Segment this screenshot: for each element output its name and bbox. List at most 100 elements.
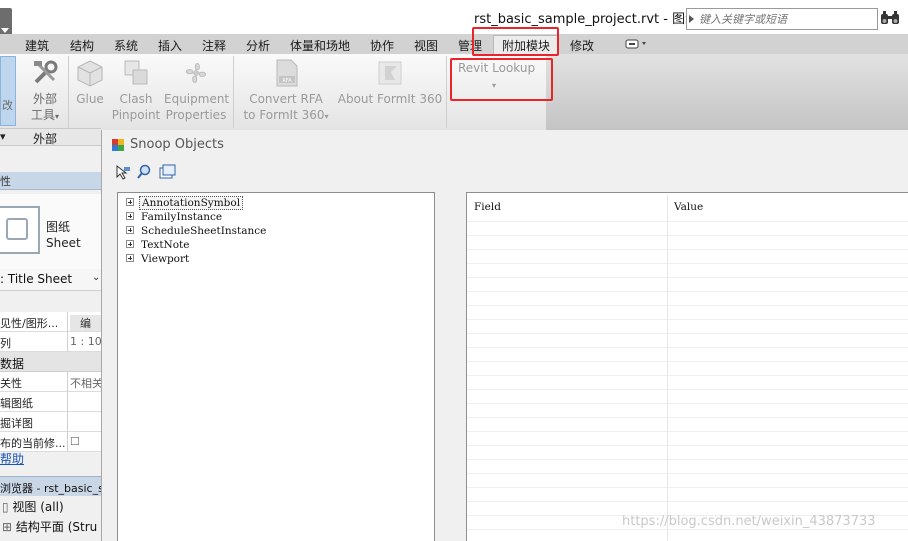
revit-lookup-button[interactable]: Revit Lookup ▾ — [452, 60, 542, 94]
type-preview: 图纸 Sheet — [0, 194, 101, 274]
grid-row-line — [467, 221, 908, 222]
expand-icon[interactable] — [126, 198, 134, 206]
tree-node[interactable]: ScheduleSheetInstance — [126, 225, 268, 239]
type-selector-value: : Title Sheet — [0, 272, 73, 286]
prop-row[interactable]: 布的当前修... ☐ — [0, 432, 101, 452]
chevron-down-icon: ▾ — [492, 81, 497, 90]
tab-annotate[interactable]: 注释 — [202, 37, 226, 54]
glue-button[interactable]: Glue — [72, 58, 108, 107]
browser-tree-item[interactable]: ▯ 视图 (all) — [2, 498, 64, 516]
tab-massing-site[interactable]: 体量和场地 — [290, 37, 350, 54]
panel-label-external: 外部 — [33, 132, 58, 146]
title-bar: rst_basic_sample_project.rvt - 图纸... — [0, 0, 908, 48]
grid-row-line — [467, 417, 908, 418]
watermark: https://blog.csdn.net/weixin_43873733 — [622, 514, 876, 529]
type-name-zh: 图纸 — [46, 220, 71, 234]
ribbon-empty-area — [546, 54, 908, 130]
prop-row[interactable]: 辑图纸 — [0, 392, 101, 412]
column-header-field[interactable]: Field — [474, 201, 501, 213]
modify-button-partial[interactable]: 改 — [0, 56, 16, 126]
binoculars-icon[interactable] — [880, 10, 900, 28]
prop-category[interactable]: 数据 — [0, 352, 101, 372]
about-formit-button[interactable]: About FormIt 360 — [336, 58, 444, 107]
tab-modify[interactable]: 修改 — [570, 37, 594, 54]
formit-icon — [378, 61, 402, 85]
properties-header: 性 — [0, 172, 101, 190]
search-box[interactable] — [686, 8, 878, 30]
tree-node[interactable]: TextNote — [126, 239, 192, 253]
tab-systems[interactable]: 系统 — [114, 37, 138, 54]
tree-node[interactable]: FamilyInstance — [126, 211, 224, 225]
tab-manage[interactable]: 管理 — [458, 37, 482, 54]
convert-label-2: to FormIt 360 — [243, 108, 325, 122]
tab-architecture[interactable]: 建筑 — [25, 37, 49, 54]
ribbon-options-icon[interactable] — [625, 39, 649, 49]
object-tree[interactable]: AnnotationSymbol FamilyInstance Schedule… — [117, 192, 435, 541]
revit-window: rst_basic_sample_project.rvt - 图纸... 建筑 … — [0, 0, 908, 541]
browser-tree-item[interactable]: ⊞ 结构平面 (Stru — [2, 518, 97, 536]
snoop-search-icon[interactable] — [136, 164, 154, 180]
chevron-down-icon[interactable]: ⌄ — [92, 272, 100, 283]
tree-node[interactable]: AnnotationSymbol — [126, 196, 244, 211]
panel-dropdown-icon[interactable]: ▾ — [0, 130, 20, 145]
grid-row-line — [467, 305, 908, 306]
glue-label: Glue — [76, 92, 104, 106]
grid-row-line — [467, 445, 908, 446]
properties-palette: 性 图纸 Sheet : Title Sheet ⌄ 见性/图形... 编 列1 … — [0, 146, 101, 541]
grid-row-line — [467, 249, 908, 250]
type-selector[interactable]: : Title Sheet ⌄ — [0, 269, 101, 291]
column-header-value[interactable]: Value — [674, 201, 703, 213]
convert-rfa-button[interactable]: RFA Convert RFA to FormIt 360▾ — [240, 58, 332, 125]
grid-row-line — [467, 459, 908, 460]
tab-view[interactable]: 视图 — [414, 37, 438, 54]
prop-row[interactable]: 关性 不相关 — [0, 372, 101, 392]
snoop-copy-icon[interactable] — [158, 164, 176, 180]
tree-node[interactable]: Viewport — [126, 253, 191, 267]
equipment-label-1: Equipment — [164, 92, 230, 106]
tab-collaborate[interactable]: 协作 — [370, 37, 394, 54]
search-input[interactable] — [699, 10, 875, 28]
rfa-file-icon: RFA — [276, 59, 298, 87]
snoop-app-icon — [112, 139, 124, 151]
prop-row[interactable]: 见性/图形... 编 — [0, 312, 101, 332]
expand-icon[interactable] — [126, 240, 134, 248]
tab-analyze[interactable]: 分析 — [246, 37, 270, 54]
prop-row[interactable]: 掘详图 — [0, 412, 101, 432]
snoop-window-title: Snoop Objects — [130, 137, 224, 152]
grid-row-line — [467, 333, 908, 334]
chevron-down-icon — [1, 28, 9, 33]
clash-pinpoint-button[interactable]: Clash Pinpoint — [110, 58, 162, 123]
project-browser-header: 浏览器 - rst_basic_s — [0, 476, 101, 496]
properties-help-link[interactable]: 帮助 — [0, 450, 24, 467]
ribbon-separator — [68, 56, 69, 128]
external-tools-label-1: 外部 — [32, 92, 57, 106]
equipment-label-2: Properties — [165, 108, 227, 122]
grid-header: Field Value — [467, 199, 908, 221]
grid-row-line — [467, 487, 908, 488]
tab-structure[interactable]: 结构 — [70, 37, 94, 54]
external-tools-label-2: 工具 — [30, 108, 55, 122]
ribbon-separator — [233, 56, 234, 128]
grid-row-line — [467, 501, 908, 502]
expand-icon[interactable] — [126, 212, 134, 220]
wrench-hammer-icon — [34, 60, 58, 84]
clash-pinpoint-icon — [124, 60, 148, 85]
svg-text:RFA: RFA — [282, 78, 292, 84]
prop-row[interactable]: 列1 : 10 — [0, 332, 101, 352]
tab-add-ins[interactable]: 附加模块 — [493, 35, 560, 54]
grid-row-line — [467, 291, 908, 292]
field-value-grid[interactable]: Field Value — [466, 192, 908, 541]
chevron-right-icon[interactable] — [689, 15, 694, 23]
grid-row-line — [467, 347, 908, 348]
panel-label-bar: ▾ 外部 — [0, 128, 101, 146]
external-tools-button[interactable]: 外部 工具▾ — [24, 58, 66, 125]
checkbox[interactable]: ☐ — [70, 435, 80, 448]
expand-icon[interactable] — [126, 226, 134, 234]
tab-insert[interactable]: 插入 — [158, 37, 182, 54]
sheet-icon — [0, 206, 40, 254]
equipment-properties-button[interactable]: Equipment Properties — [164, 58, 230, 123]
expand-icon[interactable] — [126, 254, 134, 262]
snoop-select-icon[interactable] — [114, 164, 132, 180]
grid-row-line — [467, 319, 908, 320]
grid-column-divider — [667, 195, 668, 541]
